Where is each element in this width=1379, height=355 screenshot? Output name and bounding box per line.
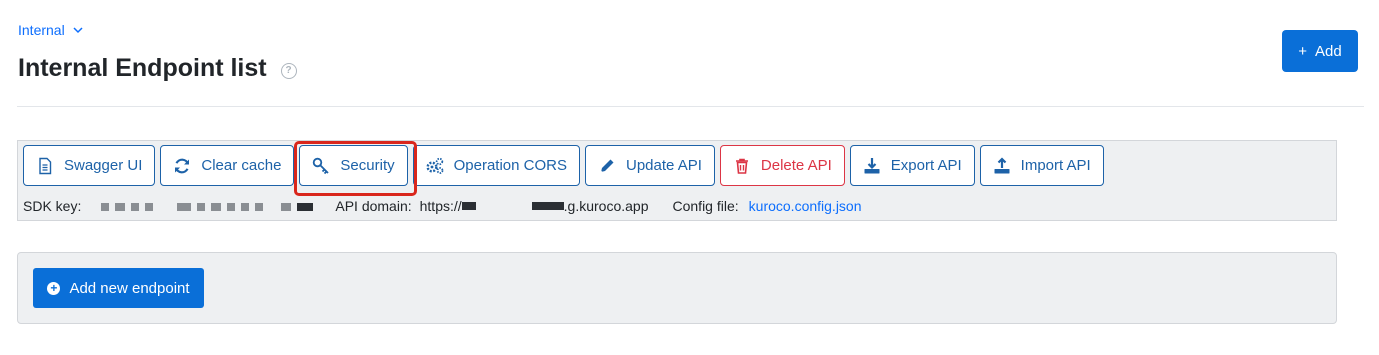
help-icon[interactable]: ?	[280, 62, 297, 79]
add-button-label: Add	[1315, 42, 1342, 60]
endpoint-panel: + Add new endpoint	[17, 252, 1337, 324]
import-api-label: Import API	[1020, 157, 1091, 174]
swagger-ui-button[interactable]: Swagger UI	[23, 145, 156, 186]
api-info-row: SDK key: API domain: https:// .g.kuroco.…	[23, 198, 862, 214]
plus-circle-icon: +	[47, 281, 61, 295]
add-new-endpoint-button[interactable]: + Add new endpoint	[33, 268, 204, 308]
sdk-key-value-redacted	[101, 198, 319, 214]
security-label: Security	[340, 157, 395, 174]
operation-cors-label: Operation CORS	[453, 157, 567, 174]
download-icon	[864, 157, 880, 173]
clear-cache-button[interactable]: Clear cache	[160, 145, 295, 186]
export-api-label: Export API	[890, 157, 962, 174]
key-icon	[313, 157, 330, 174]
api-domain-label: API domain:	[335, 198, 412, 214]
plus-icon: +	[1298, 42, 1308, 60]
delete-api-button[interactable]: Delete API	[719, 145, 845, 186]
api-domain-redacted-end	[531, 202, 564, 210]
chevron-down-icon	[73, 27, 83, 34]
breadcrumb-dropdown[interactable]: Internal	[18, 22, 83, 38]
delete-api-label: Delete API	[760, 157, 832, 174]
update-api-button[interactable]: Update API	[585, 145, 715, 186]
trash-icon	[735, 158, 748, 174]
security-button[interactable]: Security	[299, 145, 408, 186]
gears-icon	[426, 157, 444, 174]
api-domain-prefix: https://	[419, 198, 462, 214]
update-api-label: Update API	[626, 157, 702, 174]
swagger-ui-label: Swagger UI	[64, 157, 143, 174]
sdk-key-label: SDK key:	[23, 198, 82, 214]
config-file-label: Config file:	[672, 198, 739, 214]
operation-cors-button[interactable]: Operation CORS	[412, 145, 580, 186]
add-new-endpoint-label: Add new endpoint	[69, 279, 190, 297]
page-title-text: Internal Endpoint list	[18, 54, 267, 82]
api-domain-redacted-start	[461, 202, 476, 210]
clear-cache-label: Clear cache	[201, 157, 282, 174]
pencil-icon	[601, 159, 614, 172]
breadcrumb-label: Internal	[18, 22, 65, 38]
upload-icon	[994, 156, 1010, 173]
refresh-icon	[175, 158, 190, 173]
import-api-button[interactable]: Import API	[979, 145, 1104, 186]
api-domain-suffix: .g.kuroco.app	[563, 198, 649, 214]
export-api-button[interactable]: Export API	[849, 145, 975, 186]
header-divider	[17, 106, 1364, 107]
config-file-link[interactable]: kuroco.config.json	[749, 198, 862, 214]
api-toolbar: Swagger UI Clear cache Security Operatio…	[17, 140, 1337, 221]
page-title: Internal Endpoint list ?	[18, 54, 297, 83]
add-button[interactable]: + Add	[1282, 30, 1358, 72]
document-icon	[39, 157, 52, 174]
